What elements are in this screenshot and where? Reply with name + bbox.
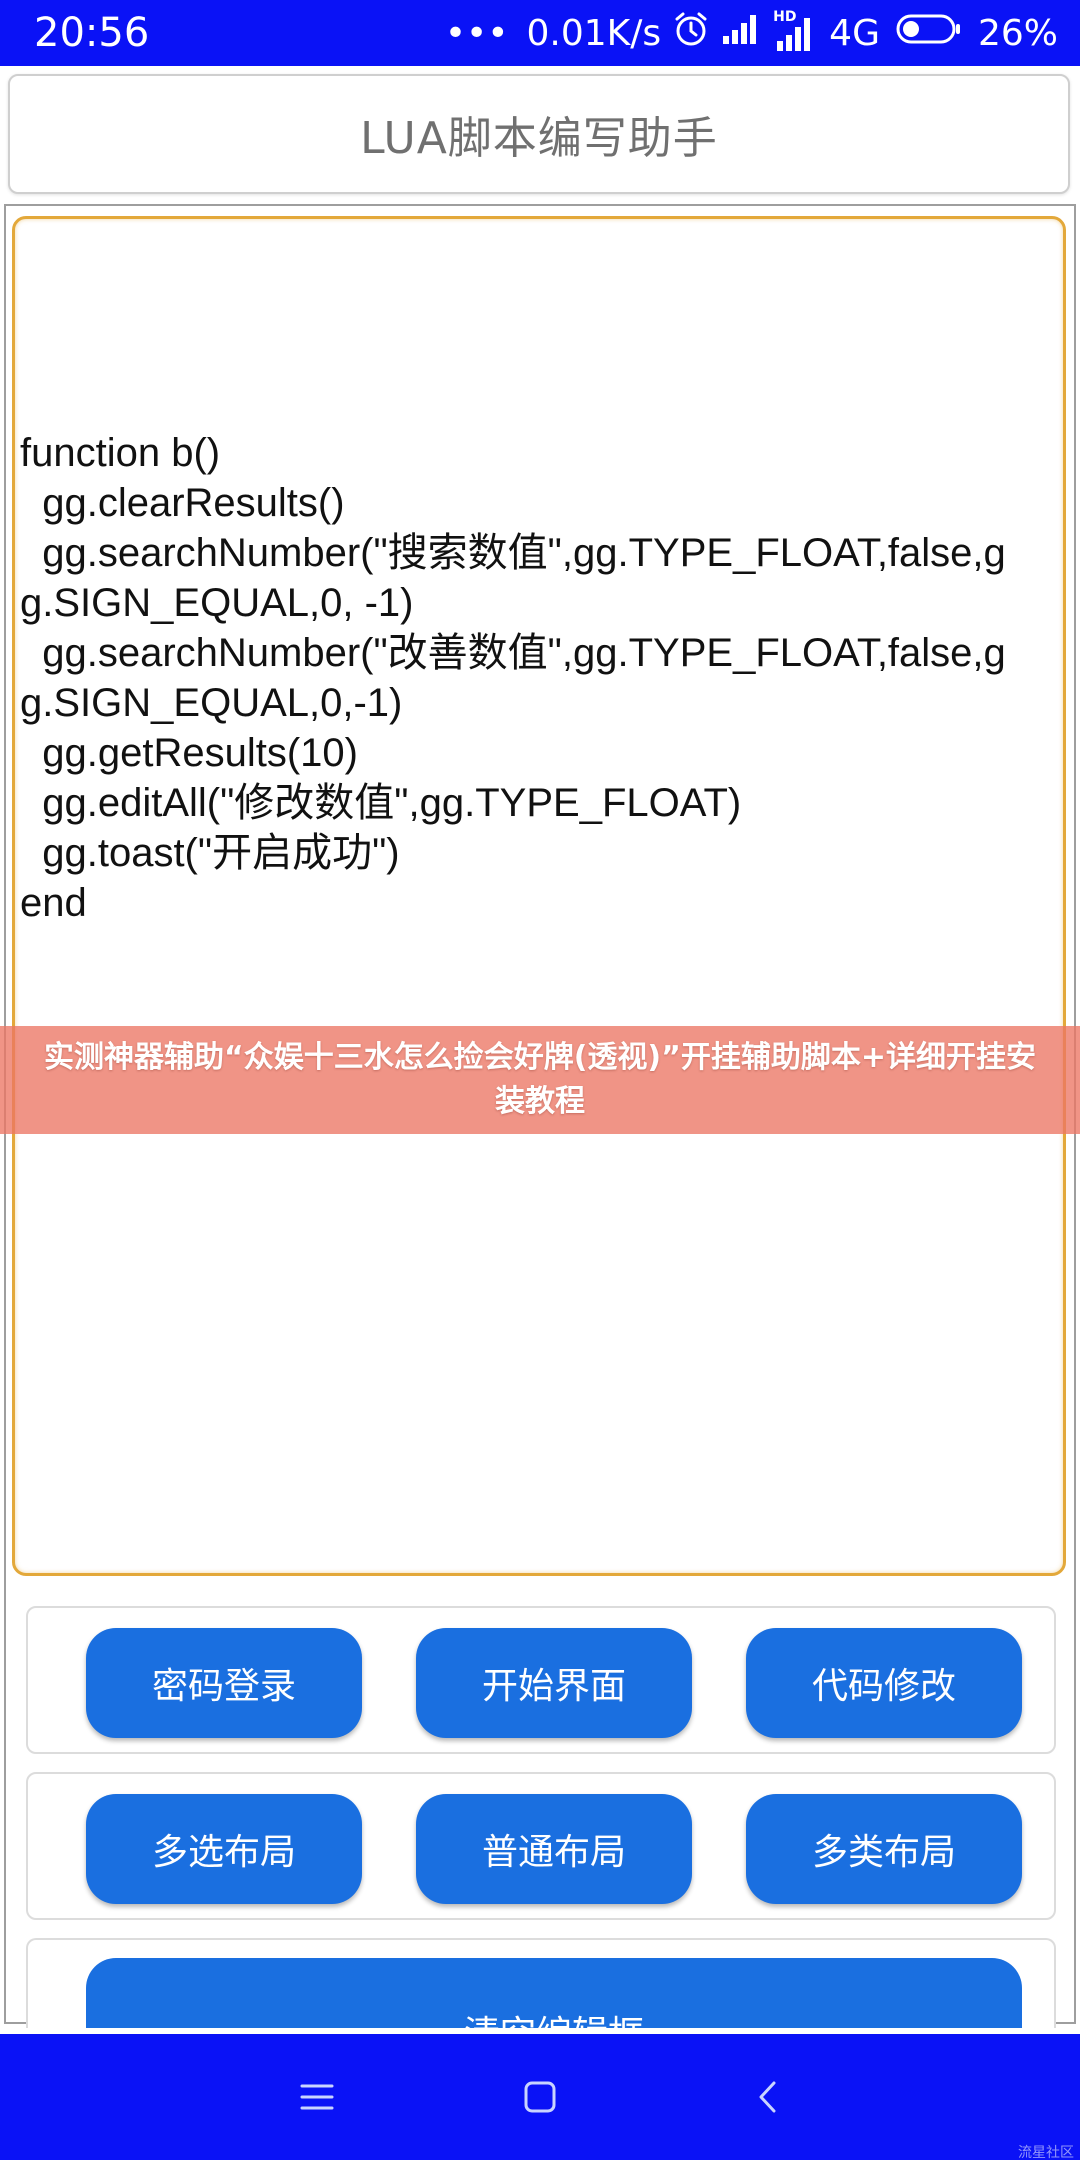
password-login-button[interactable]: 密码登录 [86, 1628, 362, 1738]
button-row-2: 多选布局 普通布局 多类布局 [26, 1772, 1056, 1920]
menu-icon[interactable] [282, 2062, 352, 2132]
start-screen-button[interactable]: 开始界面 [416, 1628, 692, 1738]
home-icon[interactable] [505, 2062, 575, 2132]
hd-signal-icon: HD [773, 9, 817, 53]
button-row-3: 清空编辑框 [26, 1938, 1056, 2028]
back-icon[interactable] [733, 2062, 803, 2132]
status-bar: 20:56 ••• 0.01K/s HD 4G 26% [0, 0, 1080, 66]
multi-category-layout-button[interactable]: 多类布局 [746, 1794, 1022, 1904]
network-speed: 0.01K/s [526, 12, 662, 54]
app-header: LUA脚本编写助手 [8, 74, 1070, 194]
overlay-text: 实测神器辅助“众娱十三水怎么捡会好牌(透视)”开挂辅助脚本+详细开挂安装教程 [44, 1040, 1036, 1119]
status-time: 20:56 [34, 10, 150, 56]
button-row-1: 密码登录 开始界面 代码修改 [26, 1606, 1056, 1754]
network-type: 4G [829, 12, 880, 54]
battery-level: 26% [977, 12, 1058, 54]
clear-editor-label: 清空编辑框 [464, 2014, 644, 2028]
battery-icon [896, 13, 962, 54]
code-text[interactable]: function b() gg.clearResults() gg.search… [20, 428, 1030, 928]
more-dots-icon: ••• [444, 12, 509, 54]
page-title: LUA脚本编写助手 [360, 113, 718, 164]
clear-editor-button[interactable]: 清空编辑框 [86, 1958, 1022, 2028]
normal-layout-button[interactable]: 普通布局 [416, 1794, 692, 1904]
alarm-icon [673, 11, 709, 56]
watermark: 流星社区 [1018, 2145, 1074, 2161]
status-indicators: ••• 0.01K/s HD 4G 26% [445, 0, 1058, 66]
navigation-bar [0, 2034, 1080, 2160]
signal-icon [721, 12, 761, 55]
multi-select-layout-button[interactable]: 多选布局 [86, 1794, 362, 1904]
overlay-banner: 实测神器辅助“众娱十三水怎么捡会好牌(透视)”开挂辅助脚本+详细开挂安装教程 [0, 1026, 1080, 1134]
code-edit-button[interactable]: 代码修改 [746, 1628, 1022, 1738]
